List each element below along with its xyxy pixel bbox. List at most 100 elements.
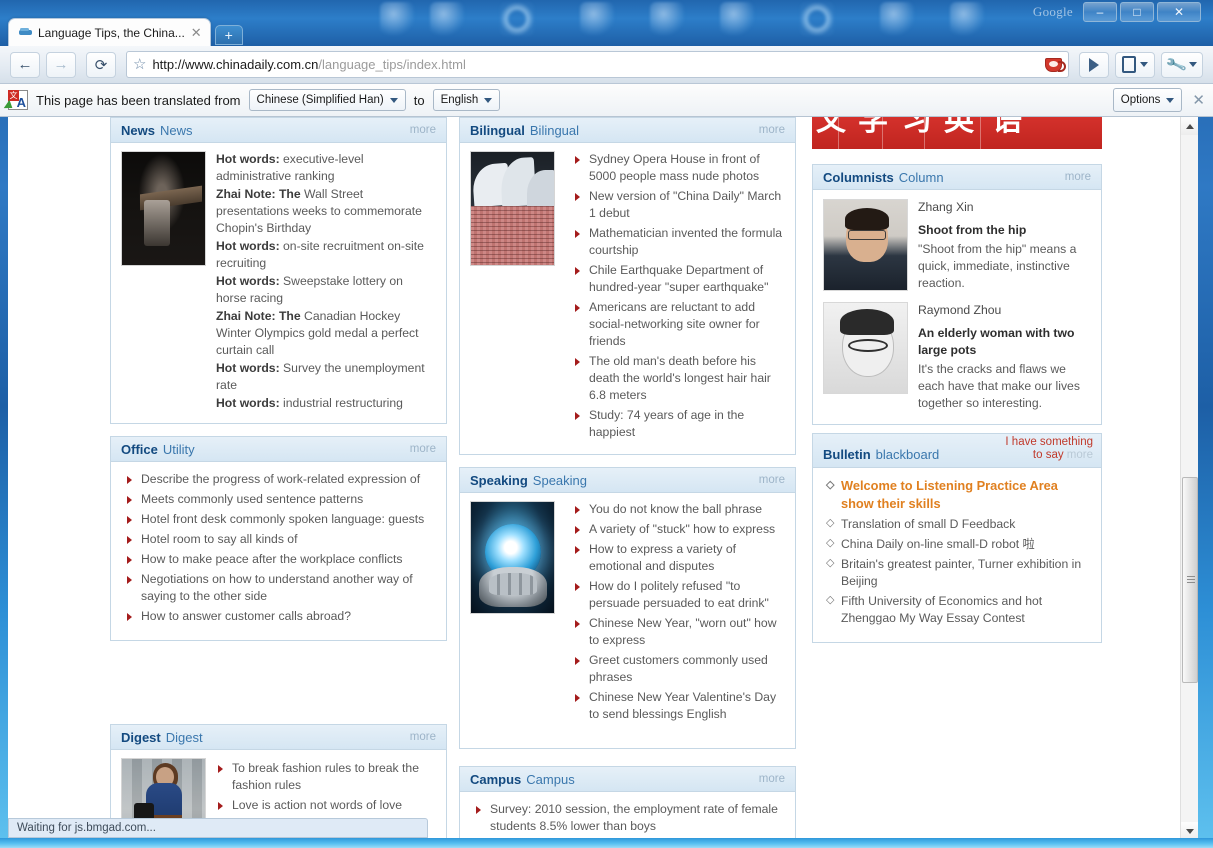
bilingual-thumbnail-image[interactable] bbox=[470, 151, 555, 266]
page-menu-button[interactable] bbox=[1115, 51, 1155, 78]
list-item[interactable]: Survey: 2010 session, the employment rat… bbox=[474, 801, 783, 835]
desktop-ghost-icon bbox=[950, 2, 984, 36]
list-item[interactable]: China Daily on-line small-D robot 啦 bbox=[825, 535, 1091, 553]
list-item[interactable]: How to make peace after the workplace co… bbox=[125, 551, 434, 568]
list-item[interactable]: Mathematician invented the formula court… bbox=[573, 225, 785, 259]
list-item[interactable]: A variety of "stuck" how to express bbox=[573, 521, 785, 538]
infobar-right-controls: Options ✕ bbox=[1112, 88, 1205, 112]
list-item[interactable]: Hot words: Survey the unemployment rate bbox=[216, 360, 436, 394]
columnist-headline[interactable]: An elderly woman with two large pots bbox=[918, 325, 1091, 359]
news-item-label: Zhai Note: The bbox=[216, 187, 301, 201]
list-item[interactable]: Hot words: on-site recruitment on-site r… bbox=[216, 238, 436, 272]
list-item[interactable]: The old man's death before his death the… bbox=[573, 353, 785, 404]
list-item[interactable]: Fifth University of Economics and hot Zh… bbox=[825, 592, 1091, 627]
list-item[interactable]: Hotel room to say all kinds of bbox=[125, 531, 434, 548]
desktop-ghost-icon bbox=[430, 2, 464, 36]
panel-bilingual-more-link[interactable]: more bbox=[759, 124, 785, 136]
list-item[interactable]: How to express a variety of emotional an… bbox=[573, 541, 785, 575]
list-item[interactable]: Chile Earthquake Department of hundred-y… bbox=[573, 262, 785, 296]
list-item[interactable]: Welcome to Listening Practice Area show … bbox=[825, 476, 1091, 513]
minimize-button[interactable]: – bbox=[1083, 2, 1117, 22]
right-column: Columnists Column more Zhang Xin Shoot f… bbox=[812, 117, 1102, 655]
translate-infobar: 文 A This page has been translated from C… bbox=[0, 84, 1213, 117]
thumb-hands bbox=[479, 567, 547, 607]
wrench-menu-button[interactable]: 🔧 bbox=[1161, 51, 1203, 78]
columnist-entry: Raymond Zhou An elderly woman with two l… bbox=[823, 302, 1091, 412]
list-item[interactable]: Hot words: industrial restructuring bbox=[216, 395, 436, 412]
list-item[interactable]: You do not know the ball phrase bbox=[573, 501, 785, 518]
close-infobar-icon[interactable]: ✕ bbox=[1192, 91, 1205, 109]
panel-digest-more-link[interactable]: more bbox=[410, 731, 436, 743]
list-item[interactable]: Describe the progress of work-related ex… bbox=[125, 471, 434, 488]
news-thumbnail-image[interactable] bbox=[121, 151, 206, 266]
url-path: /language_tips/index.html bbox=[318, 57, 466, 72]
avatar[interactable] bbox=[823, 199, 908, 291]
browser-toolbar: ← → ⟳ ☆ http://www.chinadaily.com.cn/lan… bbox=[0, 46, 1213, 84]
list-item[interactable]: Zhai Note: The Canadian Hockey Winter Ol… bbox=[216, 308, 436, 359]
scroll-up-arrow-icon[interactable] bbox=[1181, 117, 1198, 135]
list-item[interactable]: Hot words: Sweepstake lottery on horse r… bbox=[216, 273, 436, 307]
coffee-extension-icon[interactable] bbox=[1045, 57, 1066, 72]
go-arrow-icon bbox=[1089, 57, 1099, 72]
have-something-to-say-link[interactable]: I have something to say more bbox=[1005, 436, 1093, 462]
options-button[interactable]: Options bbox=[1112, 88, 1183, 112]
back-button[interactable]: ← bbox=[10, 51, 40, 78]
desktop-ghost-icon bbox=[800, 2, 834, 36]
source-language-value: Chinese (Simplified Han) bbox=[256, 94, 384, 106]
panel-office-subtitle: Utility bbox=[162, 441, 195, 457]
panel-bulletin-more-link[interactable]: more bbox=[1067, 449, 1093, 461]
target-language-select[interactable]: English bbox=[432, 89, 501, 111]
panel-campus-more-link[interactable]: more bbox=[759, 773, 785, 785]
scrollbar-thumb[interactable] bbox=[1182, 477, 1198, 683]
list-item[interactable]: How do I politely refused "to persuade p… bbox=[573, 578, 785, 612]
bookmark-star-icon[interactable]: ☆ bbox=[133, 57, 146, 72]
close-tab-icon[interactable]: ✕ bbox=[191, 25, 202, 41]
list-item[interactable]: Translation of small D Feedback bbox=[825, 515, 1091, 533]
panel-bilingual-header: Bilingual Bilingual more bbox=[460, 118, 795, 143]
list-item[interactable]: Zhai Note: The Wall Street presentations… bbox=[216, 186, 436, 237]
say-line-2: to say bbox=[1032, 449, 1064, 461]
panel-office-more-link[interactable]: more bbox=[410, 443, 436, 455]
new-tab-button[interactable]: + bbox=[214, 25, 243, 45]
chevron-down-icon bbox=[1140, 62, 1148, 67]
columnist-headline[interactable]: Shoot from the hip bbox=[918, 222, 1091, 239]
reload-button[interactable]: ⟳ bbox=[86, 51, 116, 78]
go-button[interactable] bbox=[1079, 51, 1109, 78]
thumb-crowd bbox=[471, 206, 554, 265]
panel-office-body: Describe the progress of work-related ex… bbox=[111, 462, 446, 640]
list-item[interactable]: Study: 74 years of age in the happiest bbox=[573, 407, 785, 441]
list-item[interactable]: New version of "China Daily" March 1 deb… bbox=[573, 188, 785, 222]
list-item[interactable]: Greet customers commonly used phrases bbox=[573, 652, 785, 686]
tab-language-tips[interactable]: Language Tips, the China... ✕ bbox=[8, 18, 211, 46]
left-column: News News more Hot words: executive-leve… bbox=[110, 117, 447, 840]
speaking-thumbnail-image[interactable] bbox=[470, 501, 555, 614]
list-item[interactable]: Americans are reluctant to add social-ne… bbox=[573, 299, 785, 350]
infobar-joiner: to bbox=[413, 92, 425, 108]
tab-title: Language Tips, the China... bbox=[38, 25, 185, 40]
list-item[interactable]: To break fashion rules to break the fash… bbox=[216, 760, 436, 794]
window-controls: – □ ✕ bbox=[1083, 2, 1201, 22]
avatar[interactable] bbox=[823, 302, 908, 394]
list-item[interactable]: How to answer customer calls abroad? bbox=[125, 608, 434, 625]
list-item[interactable]: Chinese New Year Valentine's Day to send… bbox=[573, 689, 785, 723]
list-item[interactable]: Sydney Opera House in front of 5000 peop… bbox=[573, 151, 785, 185]
columnist-name[interactable]: Zhang Xin bbox=[918, 199, 1091, 216]
list-item[interactable]: Hot words: executive-level administrativ… bbox=[216, 151, 436, 185]
address-bar[interactable]: ☆ http://www.chinadaily.com.cn/language_… bbox=[126, 51, 1069, 78]
panel-columnists-more-link[interactable]: more bbox=[1065, 171, 1091, 183]
vertical-scrollbar[interactable] bbox=[1180, 117, 1198, 840]
panel-speaking-more-link[interactable]: more bbox=[759, 474, 785, 486]
list-item[interactable]: Hotel front desk commonly spoken languag… bbox=[125, 511, 434, 528]
forward-button[interactable]: → bbox=[46, 51, 76, 78]
columnist-name[interactable]: Raymond Zhou bbox=[918, 302, 1091, 319]
list-item[interactable]: Meets commonly used sentence patterns bbox=[125, 491, 434, 508]
wrench-icon: 🔧 bbox=[1164, 53, 1189, 77]
source-language-select[interactable]: Chinese (Simplified Han) bbox=[248, 89, 406, 111]
list-item[interactable]: Negotiations on how to understand anothe… bbox=[125, 571, 434, 605]
panel-news-more-link[interactable]: more bbox=[410, 124, 436, 136]
list-item[interactable]: Chinese New Year, "worn out" how to expr… bbox=[573, 615, 785, 649]
close-window-button[interactable]: ✕ bbox=[1157, 2, 1201, 22]
maximize-button[interactable]: □ bbox=[1120, 2, 1154, 22]
list-item[interactable]: Britain's greatest painter, Turner exhib… bbox=[825, 555, 1091, 590]
list-item[interactable]: Love is action not words of love bbox=[216, 797, 436, 814]
